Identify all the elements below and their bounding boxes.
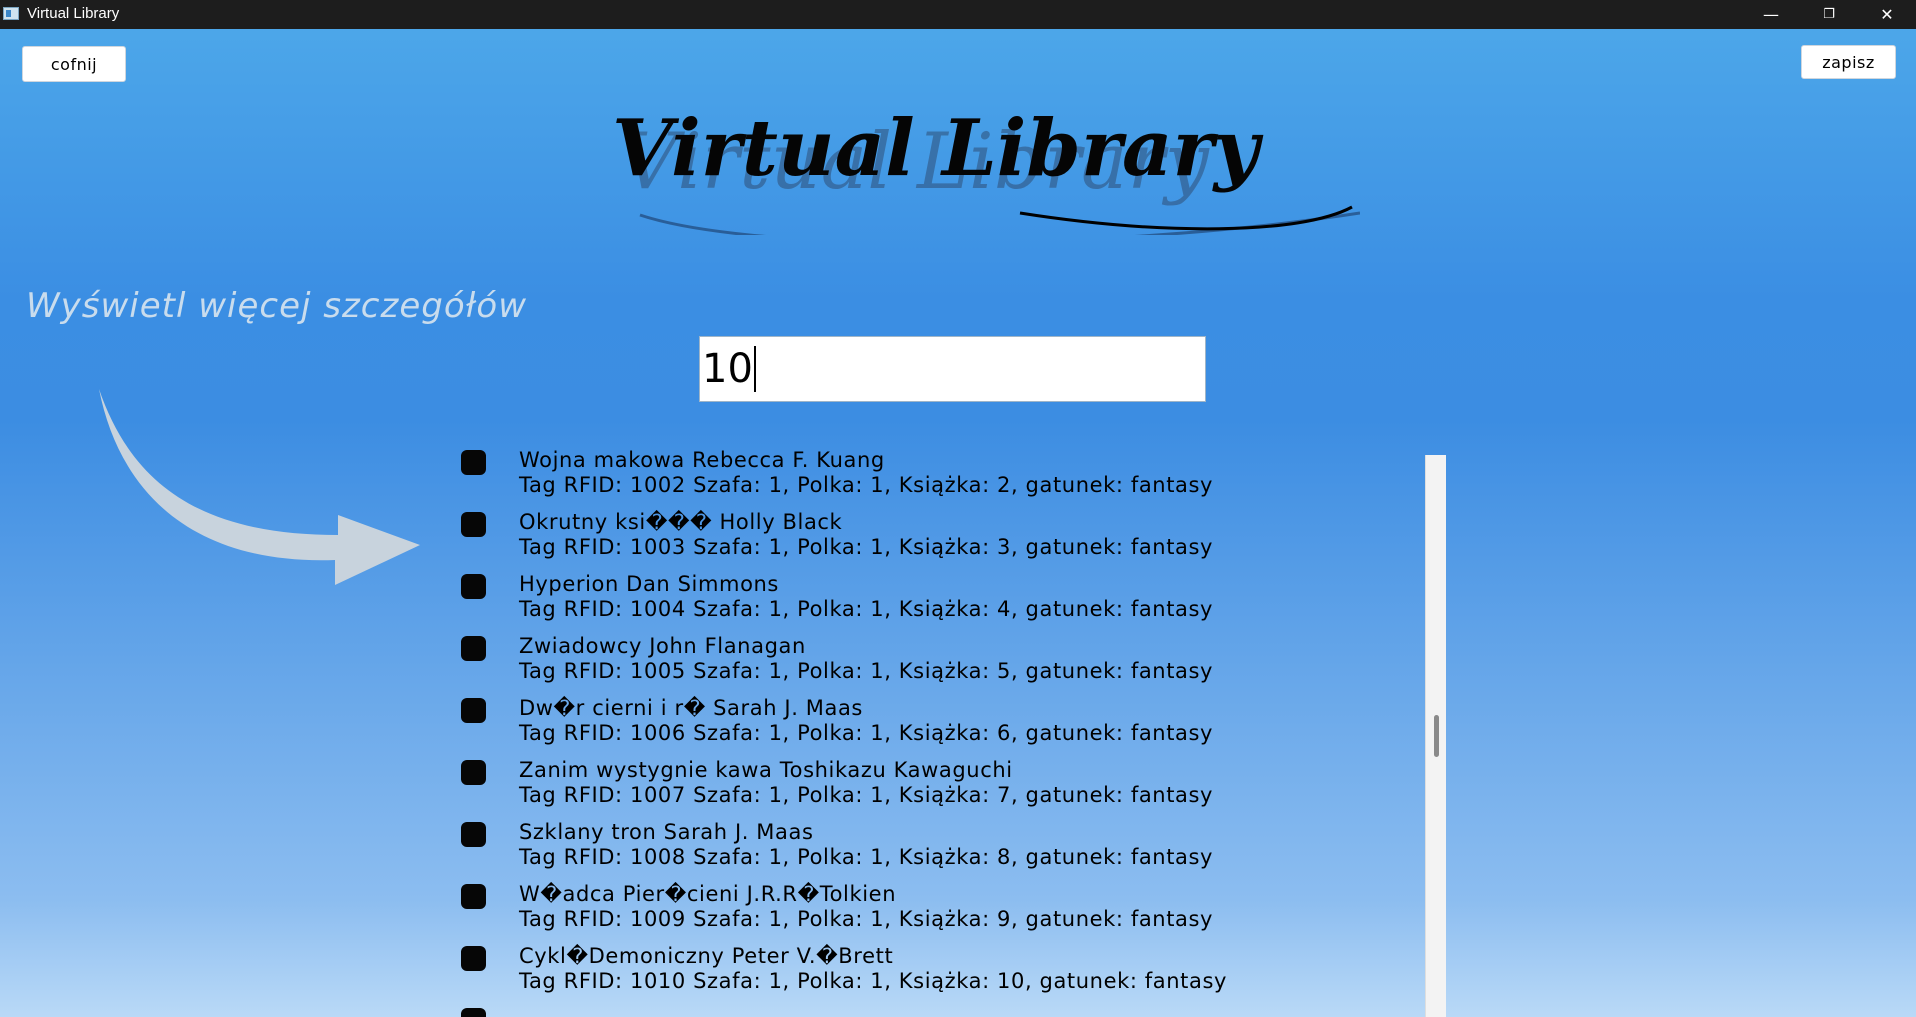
list-item[interactable]: [455, 998, 1355, 1017]
book-title: W�adca Pier�cieni J.R.R�Tolkien: [519, 882, 897, 906]
list-item[interactable]: Dw�r cierni i r� Sarah J. Maas Tag RFID:…: [455, 688, 1355, 750]
list-item[interactable]: Zwiadowcy John Flanagan Tag RFID: 1005 S…: [455, 626, 1355, 688]
book-title: Szklany tron Sarah J. Maas: [519, 820, 814, 844]
app-icon: [3, 7, 19, 20]
radio-button[interactable]: [461, 822, 486, 847]
book-detail: Tag RFID: 1006 Szafa: 1, Polka: 1, Książ…: [519, 721, 1214, 745]
scrollbar[interactable]: [1425, 455, 1446, 1017]
radio-button[interactable]: [461, 946, 486, 971]
book-title: Wojna makowa Rebecca F. Kuang: [519, 448, 885, 472]
close-button[interactable]: ✕: [1858, 0, 1916, 29]
list-item[interactable]: W�adca Pier�cieni J.R.R�Tolkien Tag RFID…: [455, 874, 1355, 936]
book-title: Zwiadowcy John Flanagan: [519, 634, 806, 658]
book-detail: Tag RFID: 1002 Szafa: 1, Polka: 1, Książ…: [519, 473, 1214, 497]
back-button[interactable]: cofnij: [22, 46, 126, 82]
search-input-value: 10: [702, 346, 753, 392]
title-bar: Virtual Library — ❐ ✕: [0, 0, 1916, 29]
radio-button[interactable]: [461, 884, 486, 909]
minimize-button[interactable]: —: [1742, 0, 1800, 29]
book-title: Cykl�Demoniczny Peter V.�Brett: [519, 944, 894, 968]
list-item[interactable]: Szklany tron Sarah J. Maas Tag RFID: 100…: [455, 812, 1355, 874]
list-item[interactable]: Hyperion Dan Simmons Tag RFID: 1004 Szaf…: [455, 564, 1355, 626]
book-detail: Tag RFID: 1003 Szafa: 1, Polka: 1, Książ…: [519, 535, 1214, 559]
virtual-library-logo: Virtual Library Virtual Library: [612, 103, 1360, 235]
list-item[interactable]: Zanim wystygnie kawa Toshikazu Kawaguchi…: [455, 750, 1355, 812]
radio-button[interactable]: [461, 760, 486, 785]
book-detail: Tag RFID: 1005 Szafa: 1, Polka: 1, Książ…: [519, 659, 1214, 683]
book-detail: Tag RFID: 1008 Szafa: 1, Polka: 1, Książ…: [519, 845, 1214, 869]
book-detail: Tag RFID: 1009 Szafa: 1, Polka: 1, Książ…: [519, 907, 1214, 931]
arrow-icon: [99, 389, 420, 585]
radio-button[interactable]: [461, 450, 486, 475]
book-title: Zanim wystygnie kawa Toshikazu Kawaguchi: [519, 758, 1013, 782]
list-item[interactable]: Cykl�Demoniczny Peter V.�Brett Tag RFID:…: [455, 936, 1355, 998]
text-caret: [753, 346, 756, 392]
window-title: Virtual Library: [27, 5, 120, 22]
save-button[interactable]: zapisz: [1801, 45, 1896, 79]
list-item[interactable]: Wojna makowa Rebecca F. Kuang Tag RFID: …: [455, 440, 1355, 502]
radio-button[interactable]: [461, 698, 486, 723]
book-title: Dw�r cierni i r� Sarah J. Maas: [519, 696, 863, 720]
book-title: Hyperion Dan Simmons: [519, 572, 779, 596]
list-item[interactable]: Okrutny ksi��� Holly Black Tag RFID: 100…: [455, 502, 1355, 564]
radio-button[interactable]: [461, 1008, 486, 1017]
scrollbar-thumb[interactable]: [1434, 715, 1439, 757]
book-detail: Tag RFID: 1010 Szafa: 1, Polka: 1, Książ…: [519, 969, 1228, 993]
radio-button[interactable]: [461, 574, 486, 599]
book-detail: Tag RFID: 1007 Szafa: 1, Polka: 1, Książ…: [519, 783, 1214, 807]
book-list[interactable]: Wojna makowa Rebecca F. Kuang Tag RFID: …: [455, 440, 1415, 1017]
book-detail: Tag RFID: 1004 Szafa: 1, Polka: 1, Książ…: [519, 597, 1214, 621]
hint-text: Wyświetl więcej szczegółów: [26, 286, 528, 326]
svg-text:Virtual Library: Virtual Library: [612, 103, 1264, 194]
restore-button[interactable]: ❐: [1800, 0, 1858, 29]
book-title: Okrutny ksi��� Holly Black: [519, 510, 843, 534]
search-input[interactable]: 10: [699, 336, 1206, 402]
radio-button[interactable]: [461, 636, 486, 661]
radio-button[interactable]: [461, 512, 486, 537]
